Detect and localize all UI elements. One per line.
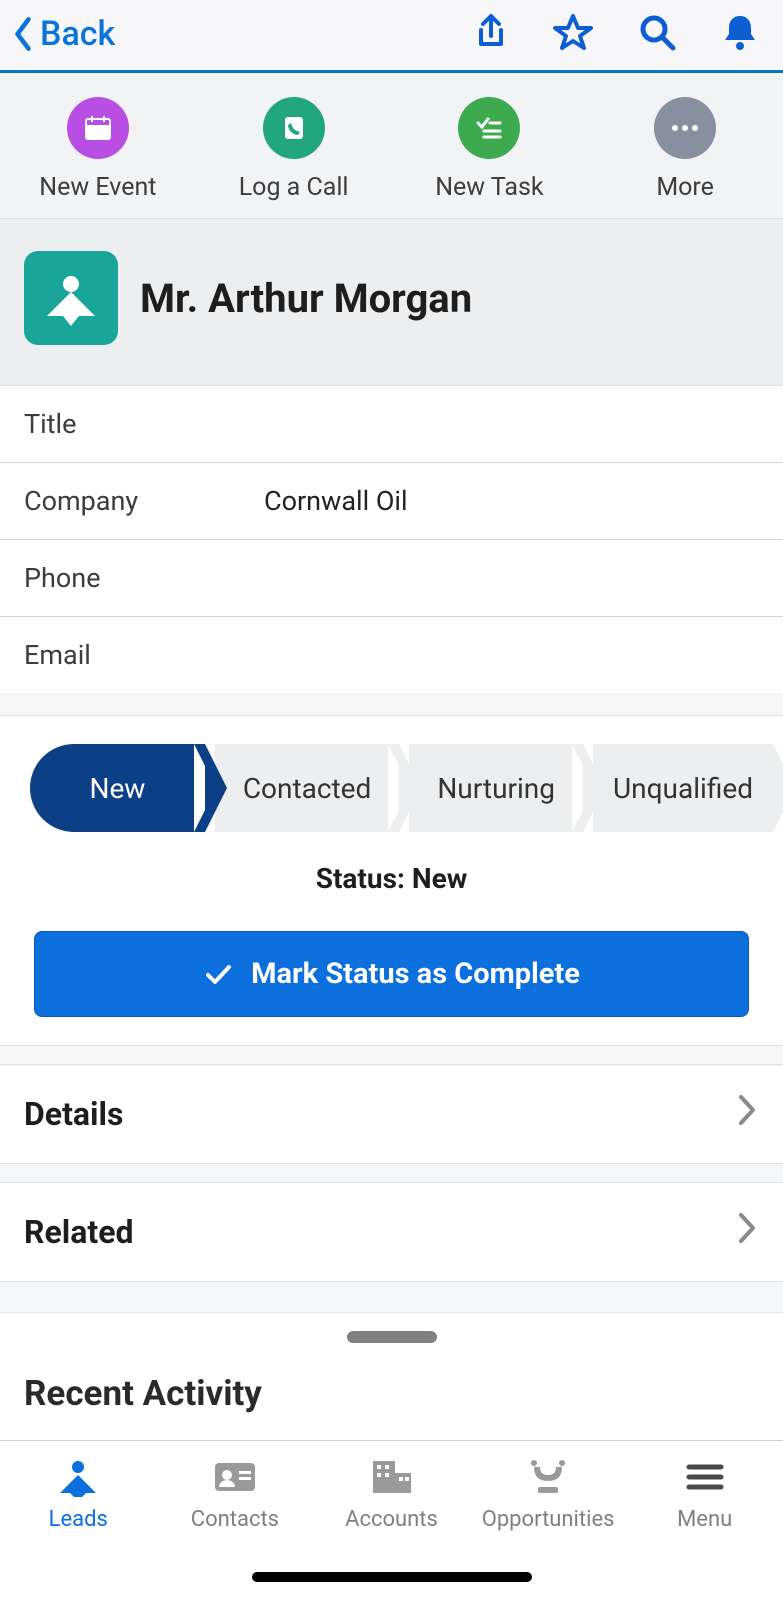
stage-contacted[interactable]: Contacted — [215, 744, 400, 832]
recent-activity-title: Recent Activity — [0, 1343, 783, 1434]
lead-icon — [24, 251, 118, 345]
stage-new[interactable]: New — [30, 744, 205, 832]
search-button[interactable] — [637, 12, 677, 56]
mark-status-complete-button[interactable]: Mark Status as Complete — [34, 931, 749, 1017]
log-call-label: Log a Call — [239, 173, 349, 202]
opportunities-tab-icon — [522, 1457, 574, 1497]
contacts-tab-icon — [209, 1457, 261, 1497]
share-icon — [473, 12, 509, 52]
search-icon — [637, 12, 677, 52]
record-name: Mr. Arthur Morgan — [140, 275, 472, 322]
more-actions-button[interactable]: More — [587, 97, 783, 202]
lead-path: New Contacted Nurturing Unqualified Stat… — [0, 715, 783, 1046]
record-header: Mr. Arthur Morgan — [0, 219, 783, 386]
mark-complete-label: Mark Status as Complete — [251, 957, 580, 991]
log-call-button[interactable]: Log a Call — [196, 97, 392, 202]
star-icon — [553, 12, 593, 52]
chevron-left-icon — [12, 15, 34, 53]
more-label: More — [656, 173, 714, 202]
stage-list: New Contacted Nurturing Unqualified — [0, 744, 783, 832]
tab-contacts[interactable]: Contacts — [157, 1457, 314, 1532]
new-event-button[interactable]: New Event — [0, 97, 196, 202]
highlight-fields: Title Company Cornwall Oil Phone Email — [0, 386, 783, 693]
calendar-icon — [67, 97, 129, 159]
task-icon — [458, 97, 520, 159]
field-email[interactable]: Email — [0, 617, 783, 693]
field-label: Title — [24, 408, 264, 440]
field-phone[interactable]: Phone — [0, 540, 783, 617]
check-icon — [203, 959, 233, 989]
details-section[interactable]: Details — [0, 1064, 783, 1164]
notifications-button[interactable] — [721, 12, 759, 56]
home-indicator — [252, 1572, 532, 1582]
back-button[interactable]: Back — [12, 14, 115, 54]
tab-menu[interactable]: Menu — [626, 1457, 783, 1532]
chevron-right-icon — [737, 1211, 759, 1253]
new-task-label: New Task — [435, 173, 543, 202]
field-label: Email — [24, 639, 264, 671]
more-icon — [654, 97, 716, 159]
new-event-label: New Event — [39, 173, 156, 202]
tab-opportunities[interactable]: Opportunities — [470, 1457, 627, 1532]
new-task-button[interactable]: New Task — [392, 97, 588, 202]
tab-accounts[interactable]: Accounts — [313, 1457, 470, 1532]
recent-activity-panel: Recent Activity — [0, 1312, 783, 1440]
quick-actions: New Event Log a Call New Task More — [0, 73, 783, 219]
tab-leads[interactable]: Leads — [0, 1457, 157, 1532]
menu-tab-icon — [679, 1457, 731, 1497]
related-section[interactable]: Related — [0, 1182, 783, 1282]
stage-unqualified[interactable]: Unqualified — [593, 744, 773, 832]
field-title[interactable]: Title — [0, 386, 783, 463]
app-header: Back — [0, 0, 783, 73]
accounts-tab-icon — [365, 1457, 417, 1497]
field-label: Company — [24, 485, 264, 517]
field-value: Cornwall Oil — [264, 485, 408, 517]
back-label: Back — [40, 14, 115, 54]
field-label: Phone — [24, 562, 264, 594]
favorite-button[interactable] — [553, 12, 593, 56]
field-company[interactable]: Company Cornwall Oil — [0, 463, 783, 540]
drag-handle[interactable] — [347, 1331, 437, 1343]
lead-tab-icon — [52, 1457, 104, 1497]
bell-icon — [721, 12, 759, 52]
share-button[interactable] — [473, 12, 509, 56]
chevron-right-icon — [737, 1093, 759, 1135]
stage-nurturing[interactable]: Nurturing — [409, 744, 583, 832]
header-actions — [473, 12, 759, 56]
path-status: Status: New — [0, 862, 783, 895]
phone-icon — [263, 97, 325, 159]
